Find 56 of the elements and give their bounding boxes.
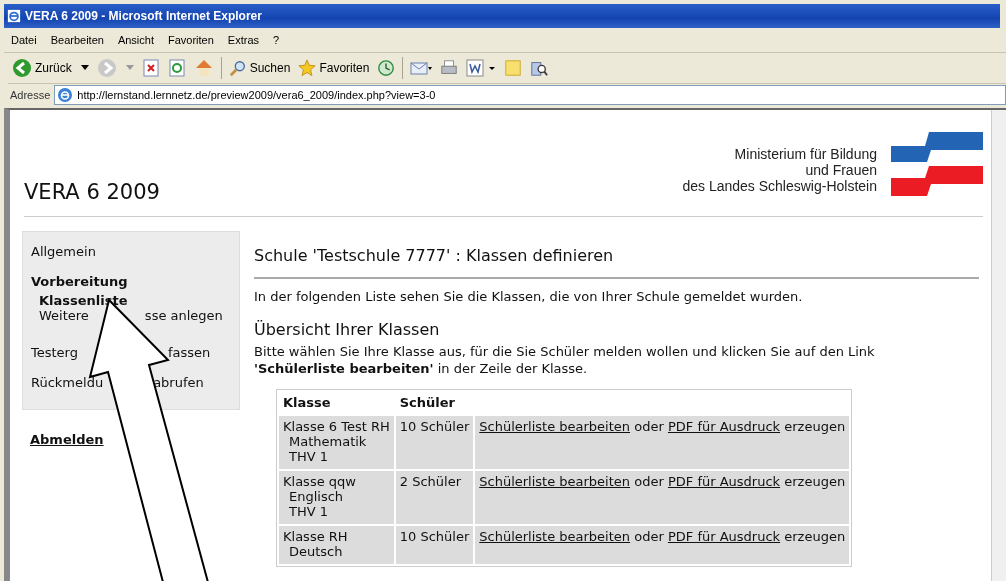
table-cell: 10 Schüler xyxy=(395,526,474,564)
toolbar-button[interactable]: Favoriten xyxy=(294,59,374,77)
table-cell: 10 Schüler xyxy=(395,416,474,469)
toolbar-button[interactable]: Suchen xyxy=(224,59,295,77)
sidebar-link[interactable]: Testerg xyxy=(31,345,78,360)
pdf-link[interactable]: PDF für Ausdruck xyxy=(667,529,781,544)
connector-text: erzeugen xyxy=(784,419,846,434)
menu-item[interactable]: ? xyxy=(266,34,287,46)
page-icon xyxy=(57,87,74,103)
connector-text: erzeugen xyxy=(784,529,846,544)
table-cell: Klasse 6 Test RH Mathematik THV 1 xyxy=(279,416,394,469)
sidebar-link[interactable]: Allgemein xyxy=(31,244,96,259)
sidebar-heading: Vorbereitung xyxy=(31,274,128,289)
page-heading: Schule 'Testschule 7777' : Klassen definieren xyxy=(254,246,979,279)
edit-list-link[interactable]: Schülerliste bearbeiten xyxy=(479,419,631,434)
scrollbar[interactable] xyxy=(991,110,1006,581)
intro-text: In der folgenden Liste sehen Sie die Klassen, die von Ihrer Schule gemeldet wurden. xyxy=(254,289,804,304)
section-heading: Übersicht Ihrer Klassen xyxy=(254,320,441,339)
column-header: Schüler xyxy=(398,394,456,412)
caret-icon xyxy=(125,65,134,71)
edit-list-link[interactable]: Schülerliste bearbeiten xyxy=(479,529,631,544)
sidebar-link[interactable]: abrufen xyxy=(153,375,204,390)
connector-text: oder xyxy=(634,474,664,489)
ministry-name: Ministerium für Bildung und Frauen des Landes Schleswig-Holstein xyxy=(682,146,877,194)
address-field[interactable]: http://lernstand.lernnetz.de/preview2009/vera6_2009/index.php?view=3-0 xyxy=(54,85,1006,105)
toolbar-button[interactable]: Zurück xyxy=(8,58,93,78)
sidebar-link[interactable]: fassen xyxy=(167,345,211,360)
edit-list-link[interactable]: Schülerliste bearbeiten xyxy=(479,474,631,489)
table-cell: 2 Schüler xyxy=(395,471,474,524)
sidebar-link[interactable]: Weitere xyxy=(39,308,89,323)
pdf-link[interactable]: PDF für Ausdruck xyxy=(667,419,781,434)
sidebar-link[interactable]: sse anlegen xyxy=(144,308,223,323)
address-label: Adresse xyxy=(9,89,52,101)
menu-item[interactable]: Extras xyxy=(220,34,267,46)
connector-text: erzeugen xyxy=(784,474,846,489)
logout-link[interactable]: Abmelden xyxy=(30,432,104,447)
sidebar-link[interactable]: Rückmeldu xyxy=(31,375,104,390)
menu-item[interactable]: Favoriten xyxy=(161,34,221,46)
star-icon xyxy=(298,59,317,77)
instruction-text: Bitte wählen Sie Ihre Klasse aus, für die Sie Schüler melden wollen und klicken Sie auf den Link 'Schülerliste bearbeiten' in der Zeile der Klasse. xyxy=(254,343,876,377)
connector-text: oder xyxy=(634,529,664,544)
table-cell: Klasse RH Deutsch xyxy=(279,526,394,564)
window-title: VERA 6 2009 - Microsoft Internet Explorer xyxy=(25,9,262,23)
site-title: VERA 6 2009 xyxy=(24,180,160,204)
caret-icon xyxy=(80,65,89,71)
pdf-link[interactable]: PDF für Ausdruck xyxy=(667,474,781,489)
table-cell: Klasse qqw Englisch THV 1 xyxy=(279,471,394,524)
menu-item[interactable]: Bearbeiten xyxy=(43,34,111,46)
browser-logo-icon xyxy=(7,9,21,23)
ministry-logo-icon xyxy=(891,130,983,196)
sidebar-link[interactable]: Klassenliste xyxy=(39,293,128,308)
column-header: Klasse xyxy=(282,394,332,412)
connector-text: oder xyxy=(634,419,664,434)
menu-item[interactable]: Datei xyxy=(4,34,44,46)
menu-item[interactable]: Ansicht xyxy=(110,34,161,46)
search-icon xyxy=(228,59,247,77)
